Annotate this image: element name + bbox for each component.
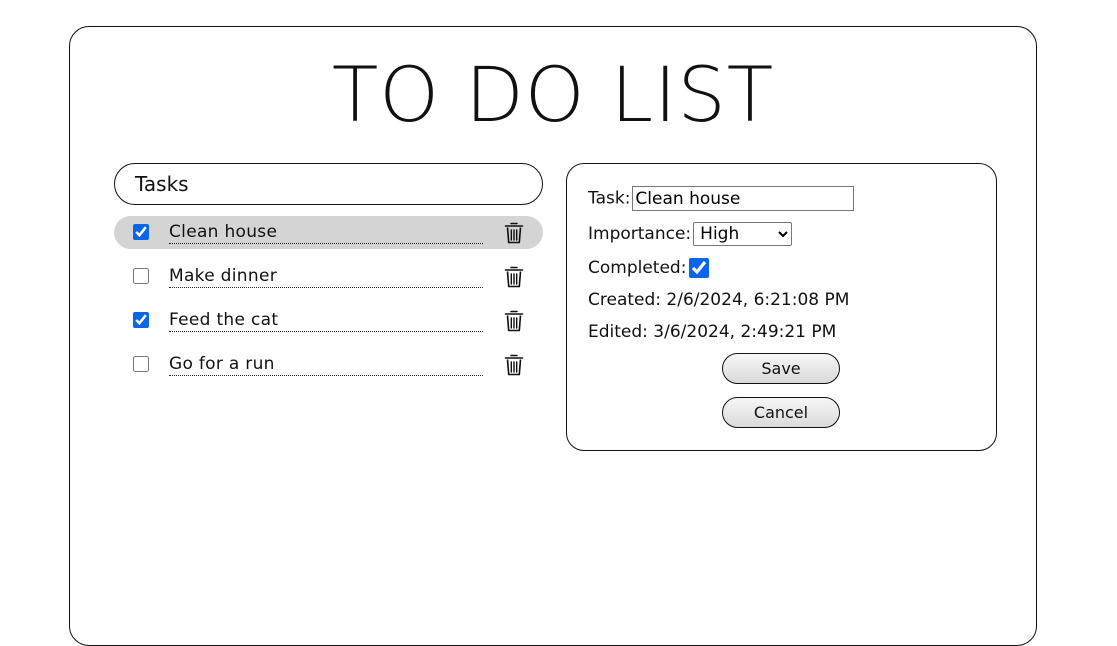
task-row[interactable]: Feed the cat [114, 304, 543, 337]
task-name[interactable]: Clean house [169, 222, 483, 244]
created-timestamp: Created: 2/6/2024, 6:21:08 PM [588, 290, 850, 310]
task-row[interactable]: Make dinner [114, 260, 543, 293]
trash-icon[interactable] [503, 353, 525, 377]
task-name[interactable]: Go for a run [169, 354, 483, 376]
task-complete-checkbox[interactable] [133, 224, 149, 240]
trash-icon[interactable] [503, 265, 525, 289]
page-title: TO DO LIST [331, 50, 775, 139]
task-row[interactable]: Go for a run [114, 348, 543, 381]
importance-field-row: Importance: High [588, 222, 793, 246]
task-name[interactable]: Feed the cat [169, 310, 483, 332]
task-field-row: Task: [588, 186, 855, 211]
task-details-panel: Task: Importance:High Completed: Created… [566, 163, 997, 451]
task-complete-checkbox[interactable] [133, 356, 149, 372]
cancel-button[interactable]: Cancel [722, 397, 840, 428]
trash-icon[interactable] [503, 309, 525, 333]
task-complete-checkbox[interactable] [133, 268, 149, 284]
importance-select[interactable]: High [693, 222, 793, 246]
task-row[interactable]: Clean house [114, 216, 543, 249]
task-list: Clean house Make dinner Feed the cat Go … [114, 216, 543, 392]
completed-field-row: Completed: [588, 257, 710, 279]
task-field-label: Task: [588, 188, 631, 209]
completed-label: Completed: [588, 258, 687, 278]
trash-icon[interactable] [503, 221, 525, 245]
save-button[interactable]: Save [722, 353, 840, 384]
edited-timestamp: Edited: 3/6/2024, 2:49:21 PM [588, 322, 837, 342]
task-complete-checkbox[interactable] [133, 312, 149, 328]
tasks-header: Tasks [114, 163, 543, 205]
completed-checkbox[interactable] [689, 258, 710, 278]
importance-label: Importance: [588, 224, 692, 244]
task-name-input[interactable] [632, 186, 855, 211]
todo-app-card: TO DO LIST Tasks Clean house Make dinner… [69, 26, 1037, 646]
task-name[interactable]: Make dinner [169, 266, 483, 288]
